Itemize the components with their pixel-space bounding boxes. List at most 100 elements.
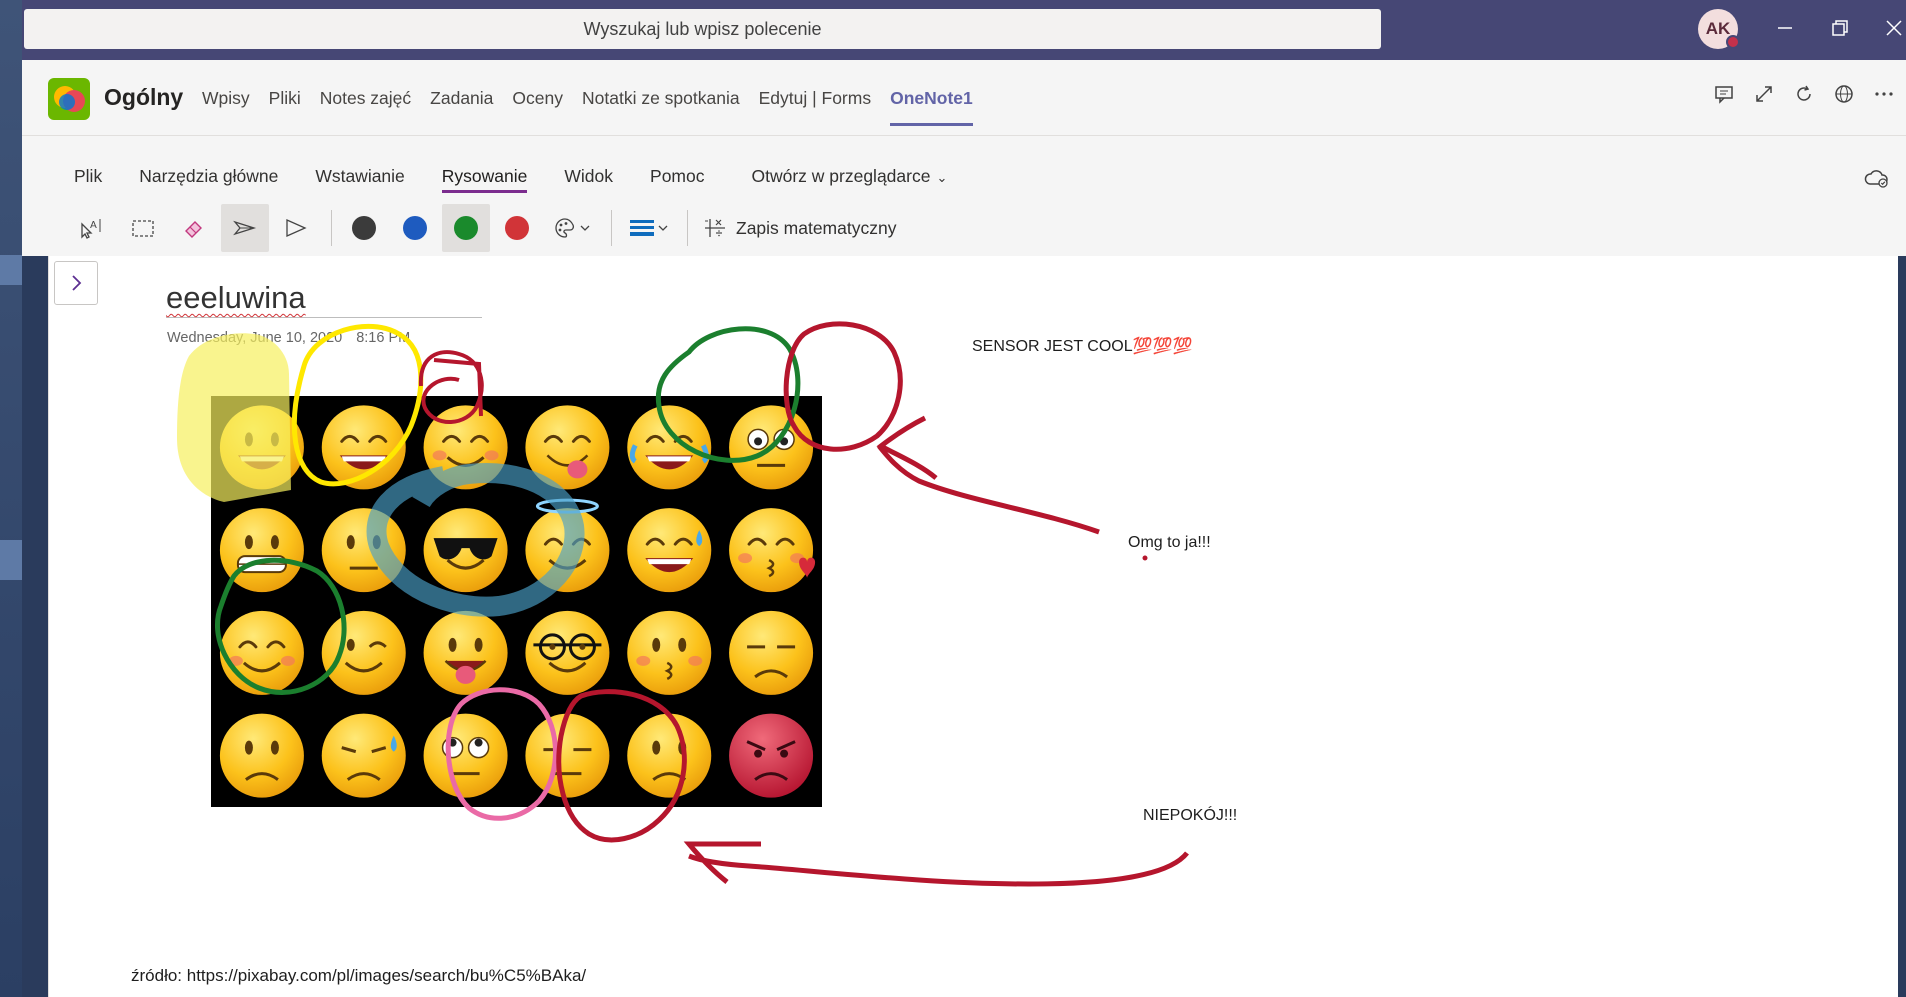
emoji-flushed bbox=[729, 405, 814, 490]
ribbon-tab-narzędzia-główne[interactable]: Narzędzia główne bbox=[139, 166, 278, 187]
page-time: 8:16 PM bbox=[356, 330, 411, 346]
emoji-grid-picture bbox=[219, 405, 816, 798]
emoji-nerd bbox=[525, 610, 610, 695]
pen-color-1-button[interactable] bbox=[340, 204, 388, 252]
expand-button[interactable] bbox=[1752, 82, 1776, 106]
lasso-select-tool-button[interactable] bbox=[119, 204, 167, 252]
svg-text:A: A bbox=[90, 220, 97, 231]
presence-busy-icon bbox=[1726, 35, 1740, 49]
team-logo-icon bbox=[48, 78, 90, 120]
emoji-joy bbox=[627, 405, 712, 490]
emoji-crying bbox=[321, 713, 406, 798]
eraser-tool-button[interactable] bbox=[170, 204, 218, 252]
ink-to-math-label: Zapis matematyczny bbox=[736, 217, 897, 238]
emoji-image[interactable] bbox=[211, 396, 822, 807]
emoji-expressionless bbox=[525, 713, 610, 798]
page-title[interactable]: eeeluwina bbox=[166, 280, 482, 318]
close-icon bbox=[1886, 20, 1902, 36]
window-edge bbox=[0, 0, 22, 997]
ribbon-tab-rysowanie[interactable]: Rysowanie bbox=[441, 166, 527, 193]
website-button[interactable] bbox=[1832, 82, 1856, 106]
note-sensor[interactable]: SENSOR JEST COOL💯💯💯 bbox=[972, 336, 1192, 356]
emoji-confused bbox=[219, 713, 304, 798]
pen-swatch-icon bbox=[454, 216, 478, 240]
emoji-blush-closed bbox=[219, 610, 304, 695]
page-title-text: eeeluwina bbox=[166, 280, 306, 315]
emoji-sunglasses bbox=[423, 508, 508, 593]
type-select-icon: A bbox=[81, 219, 101, 239]
pen-arrow-icon bbox=[233, 220, 257, 236]
eraser-icon bbox=[185, 221, 202, 238]
restore-button[interactable] bbox=[1824, 12, 1856, 44]
emoji-innocent bbox=[525, 498, 610, 593]
tab-oceny[interactable]: Oceny bbox=[512, 88, 563, 109]
chat-icon bbox=[1715, 86, 1733, 104]
tab-wpisy[interactable]: Wpisy bbox=[202, 88, 250, 109]
more-options-button[interactable] bbox=[1872, 82, 1896, 106]
ink-to-math-button[interactable]: Zapis matematyczny bbox=[696, 204, 902, 252]
ribbon-tab-pomoc[interactable]: Pomoc bbox=[650, 166, 704, 187]
pen-swatch-icon bbox=[352, 216, 376, 240]
chevron-down-icon: ⌄ bbox=[936, 170, 948, 185]
pen-color-3-button[interactable] bbox=[442, 204, 490, 252]
add-pen-tool-button[interactable] bbox=[272, 204, 320, 252]
reload-icon bbox=[1797, 85, 1811, 101]
page-datetime: Wednesday, June 10, 2020 8:16 PM bbox=[167, 330, 410, 346]
onenote-page[interactable]: eeeluwina Wednesday, June 10, 2020 8:16 P… bbox=[48, 256, 1898, 997]
emoji-pensive bbox=[729, 610, 814, 695]
conversation-button[interactable] bbox=[1712, 82, 1736, 106]
tab-pliki[interactable]: Pliki bbox=[269, 88, 301, 109]
teams-title-bar: Wyszukaj lub wpisz polecenie AK bbox=[22, 0, 1906, 60]
source-caption[interactable]: źródło: https://pixabay.com/pl/images/se… bbox=[131, 966, 586, 986]
open-in-browser-button[interactable]: Otwórz w przeglądarce ⌄ bbox=[752, 166, 948, 187]
more-colors-button[interactable] bbox=[544, 204, 600, 252]
emoji-grimacing bbox=[219, 508, 304, 593]
ink-arrow-red-1 bbox=[876, 415, 1100, 535]
note-niepokoj[interactable]: NIEPOKÓJ!!! bbox=[1143, 807, 1237, 825]
expand-icon bbox=[1756, 86, 1772, 102]
math-icon bbox=[705, 219, 725, 237]
avatar[interactable]: AK bbox=[1698, 9, 1740, 49]
minimize-button[interactable] bbox=[1769, 12, 1801, 44]
emoji-kissing bbox=[627, 610, 712, 695]
reload-button[interactable] bbox=[1792, 82, 1816, 106]
pen-color-4-button[interactable] bbox=[493, 204, 541, 252]
emoji-grinning bbox=[219, 405, 304, 490]
ribbon-tab-widok[interactable]: Widok bbox=[564, 166, 613, 187]
emoji-frowning bbox=[627, 713, 712, 798]
open-in-browser-label: Otwórz w przeglądarce bbox=[751, 166, 931, 186]
channel-header: Ogólny Wpisy Pliki Notes zajęć Zadania Oceny… bbox=[22, 60, 1906, 136]
tab-onenote1[interactable]: OneNote1 bbox=[890, 88, 973, 126]
close-button[interactable] bbox=[1878, 12, 1906, 44]
type-select-tool-button[interactable]: A bbox=[68, 204, 116, 252]
pen-outline-icon bbox=[286, 218, 307, 238]
search-input[interactable]: Wyszukaj lub wpisz polecenie bbox=[24, 9, 1381, 49]
restore-icon bbox=[1832, 20, 1848, 36]
ribbon-menu: Plik Narzędzia główne Wstawianie Rysowanie W… bbox=[74, 166, 984, 193]
ink-arrow-red-2 bbox=[683, 841, 1189, 887]
emoji-wink bbox=[321, 610, 406, 695]
pen-color-2-button[interactable] bbox=[391, 204, 439, 252]
thickness-button[interactable] bbox=[620, 204, 676, 252]
show-navigation-button[interactable] bbox=[54, 261, 98, 305]
chevron-right-icon bbox=[72, 275, 82, 291]
emoji-angry bbox=[729, 713, 814, 798]
tab-notatki-ze-spotkania[interactable]: Notatki ze spotkania bbox=[582, 88, 740, 109]
tab-edytuj-forms[interactable]: Edytuj | Forms bbox=[759, 88, 872, 109]
emoji-smile bbox=[321, 405, 406, 490]
ribbon-tab-wstawianie[interactable]: Wstawianie bbox=[315, 166, 404, 187]
pen-swatch-icon bbox=[505, 216, 529, 240]
globe-icon bbox=[1835, 85, 1853, 103]
tab-zadania[interactable]: Zadania bbox=[430, 88, 493, 109]
ribbon-tab-plik[interactable]: Plik bbox=[74, 166, 102, 187]
marquee-select-icon bbox=[132, 220, 154, 237]
emoji-sweat-smile bbox=[627, 508, 712, 593]
channel-title: Ogólny bbox=[104, 84, 184, 110]
pen-select-tool-button[interactable] bbox=[221, 204, 269, 252]
note-omg[interactable]: Omg to ja!!! bbox=[1128, 534, 1211, 552]
emoji-neutral bbox=[321, 508, 406, 593]
sync-status-button[interactable] bbox=[1864, 168, 1890, 190]
emoji-smiling-eyes bbox=[423, 405, 508, 490]
more-icon bbox=[1875, 92, 1893, 96]
tab-notes-zajęć[interactable]: Notes zajęć bbox=[320, 88, 411, 109]
